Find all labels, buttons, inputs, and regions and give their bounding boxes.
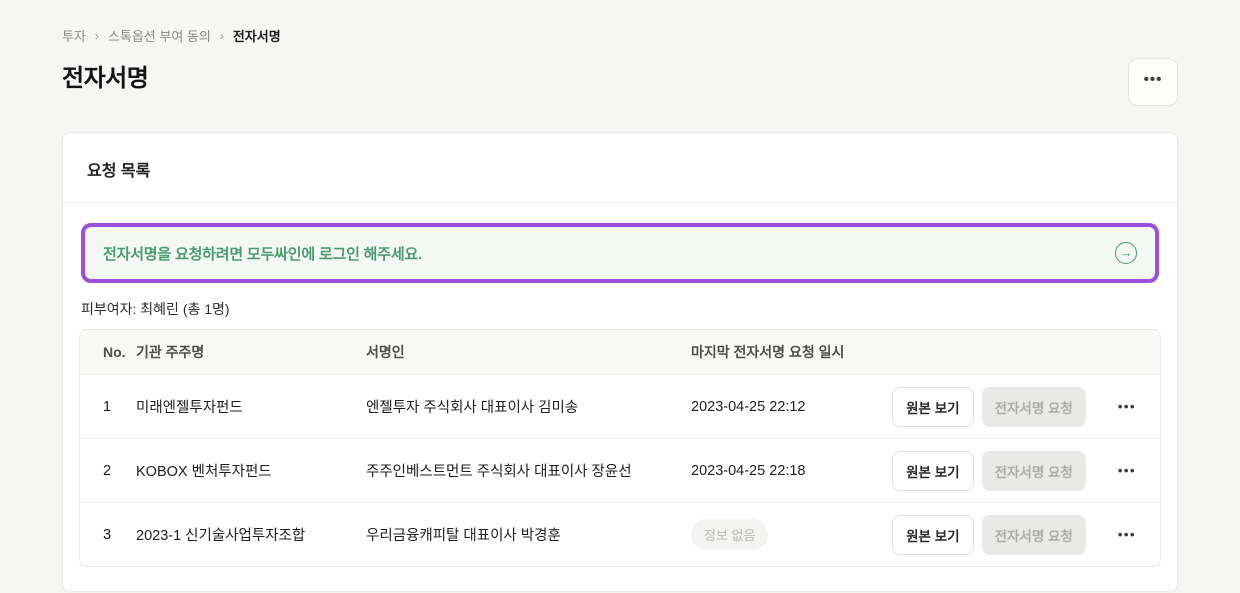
cell-actions: 원본 보기 전자서명 요청 ••• [898,387,1160,427]
title-row: 전자서명 ••• [62,58,1178,106]
cell-no: 2 [80,463,136,479]
cell-actions: 원본 보기 전자서명 요청 ••• [898,451,1160,491]
card-header: 요청 목록 [63,133,1177,203]
page-title: 전자서명 [62,58,148,93]
row-more-button[interactable]: ••• [1116,396,1138,417]
column-header-signer: 서명인 [366,342,691,362]
row-more-button[interactable]: ••• [1116,460,1138,481]
signature-request-table: No. 기관 주주명 서명인 마지막 전자서명 요청 일시 1 미래엔젤투자펀드… [79,329,1161,567]
arrow-right-circle-icon[interactable]: → [1115,242,1137,264]
cell-signer: 엔젤투자 주식회사 대표이사 김미송 [366,396,691,417]
breadcrumb-item-esign: 전자서명 [233,26,281,45]
cell-org: 2023-1 신기술사업투자조합 [136,524,366,545]
cell-actions: 원본 보기 전자서명 요청 ••• [898,515,1160,555]
view-original-button[interactable]: 원본 보기 [892,515,973,555]
cell-org: 미래엔젤투자펀드 [136,396,366,417]
view-original-button[interactable]: 원본 보기 [892,387,973,427]
request-esign-button[interactable]: 전자서명 요청 [982,515,1086,555]
table-row: 1 미래엔젤투자펀드 엔젤투자 주식회사 대표이사 김미송 2023-04-25… [80,374,1160,438]
column-header-no: No. [80,344,136,360]
table-row: 2 KOBOX 벤처투자펀드 주주인베스트먼트 주식회사 대표이사 장윤선 20… [80,438,1160,502]
cell-last-request: 2023-04-25 22:18 [691,463,898,479]
request-esign-button[interactable]: 전자서명 요청 [982,387,1086,427]
breadcrumb-item-stock-option-consent[interactable]: 스톡옵션 부여 동의 [108,26,211,45]
modusign-login-banner[interactable]: 전자서명을 요청하려면 모두싸인에 로그인 해주세요. → [81,223,1159,283]
table-row: 3 2023-1 신기술사업투자조합 우리금융캐피탈 대표이사 박경훈 정보 없… [80,502,1160,566]
chevron-right-icon: › [220,29,224,43]
last-request-timestamp: 2023-04-25 22:18 [691,463,806,479]
ellipsis-icon: ••• [1118,399,1136,414]
view-original-button[interactable]: 원본 보기 [892,451,973,491]
chevron-right-icon: › [95,29,99,43]
cell-no: 1 [80,399,136,415]
banner-message: 전자서명을 요청하려면 모두싸인에 로그인 해주세요. [103,243,422,264]
ellipsis-icon: ••• [1118,463,1136,478]
cell-signer: 우리금융캐피탈 대표이사 박경훈 [366,524,691,545]
column-header-org: 기관 주주명 [136,342,366,362]
last-request-timestamp: 2023-04-25 22:12 [691,399,806,415]
no-info-badge: 정보 없음 [691,519,768,550]
cell-org: KOBOX 벤처투자펀드 [136,460,366,481]
page-more-button[interactable]: ••• [1128,58,1178,106]
table-header-row: No. 기관 주주명 서명인 마지막 전자서명 요청 일시 [80,330,1160,374]
column-header-last-request: 마지막 전자서명 요청 일시 [691,342,898,362]
cell-last-request: 2023-04-25 22:12 [691,399,898,415]
card-body: 전자서명을 요청하려면 모두싸인에 로그인 해주세요. → 피부여자: 최혜린 … [63,203,1177,587]
cell-last-request: 정보 없음 [691,519,898,550]
ellipsis-icon: ••• [1118,527,1136,542]
ellipsis-icon: ••• [1144,72,1163,87]
request-list-card: 요청 목록 전자서명을 요청하려면 모두싸인에 로그인 해주세요. → 피부여자… [62,132,1178,592]
cell-signer: 주주인베스트먼트 주식회사 대표이사 장윤선 [366,460,691,481]
grantee-summary: 피부여자: 최혜린 (총 1명) [81,299,1159,319]
breadcrumb-item-invest[interactable]: 투자 [62,26,86,45]
breadcrumb: 투자 › 스톡옵션 부여 동의 › 전자서명 [62,26,1178,45]
request-esign-button[interactable]: 전자서명 요청 [982,451,1086,491]
cell-no: 3 [80,527,136,543]
page: 투자 › 스톡옵션 부여 동의 › 전자서명 전자서명 ••• 요청 목록 전자… [0,0,1240,592]
row-more-button[interactable]: ••• [1116,524,1138,545]
card-header-title: 요청 목록 [87,163,150,180]
